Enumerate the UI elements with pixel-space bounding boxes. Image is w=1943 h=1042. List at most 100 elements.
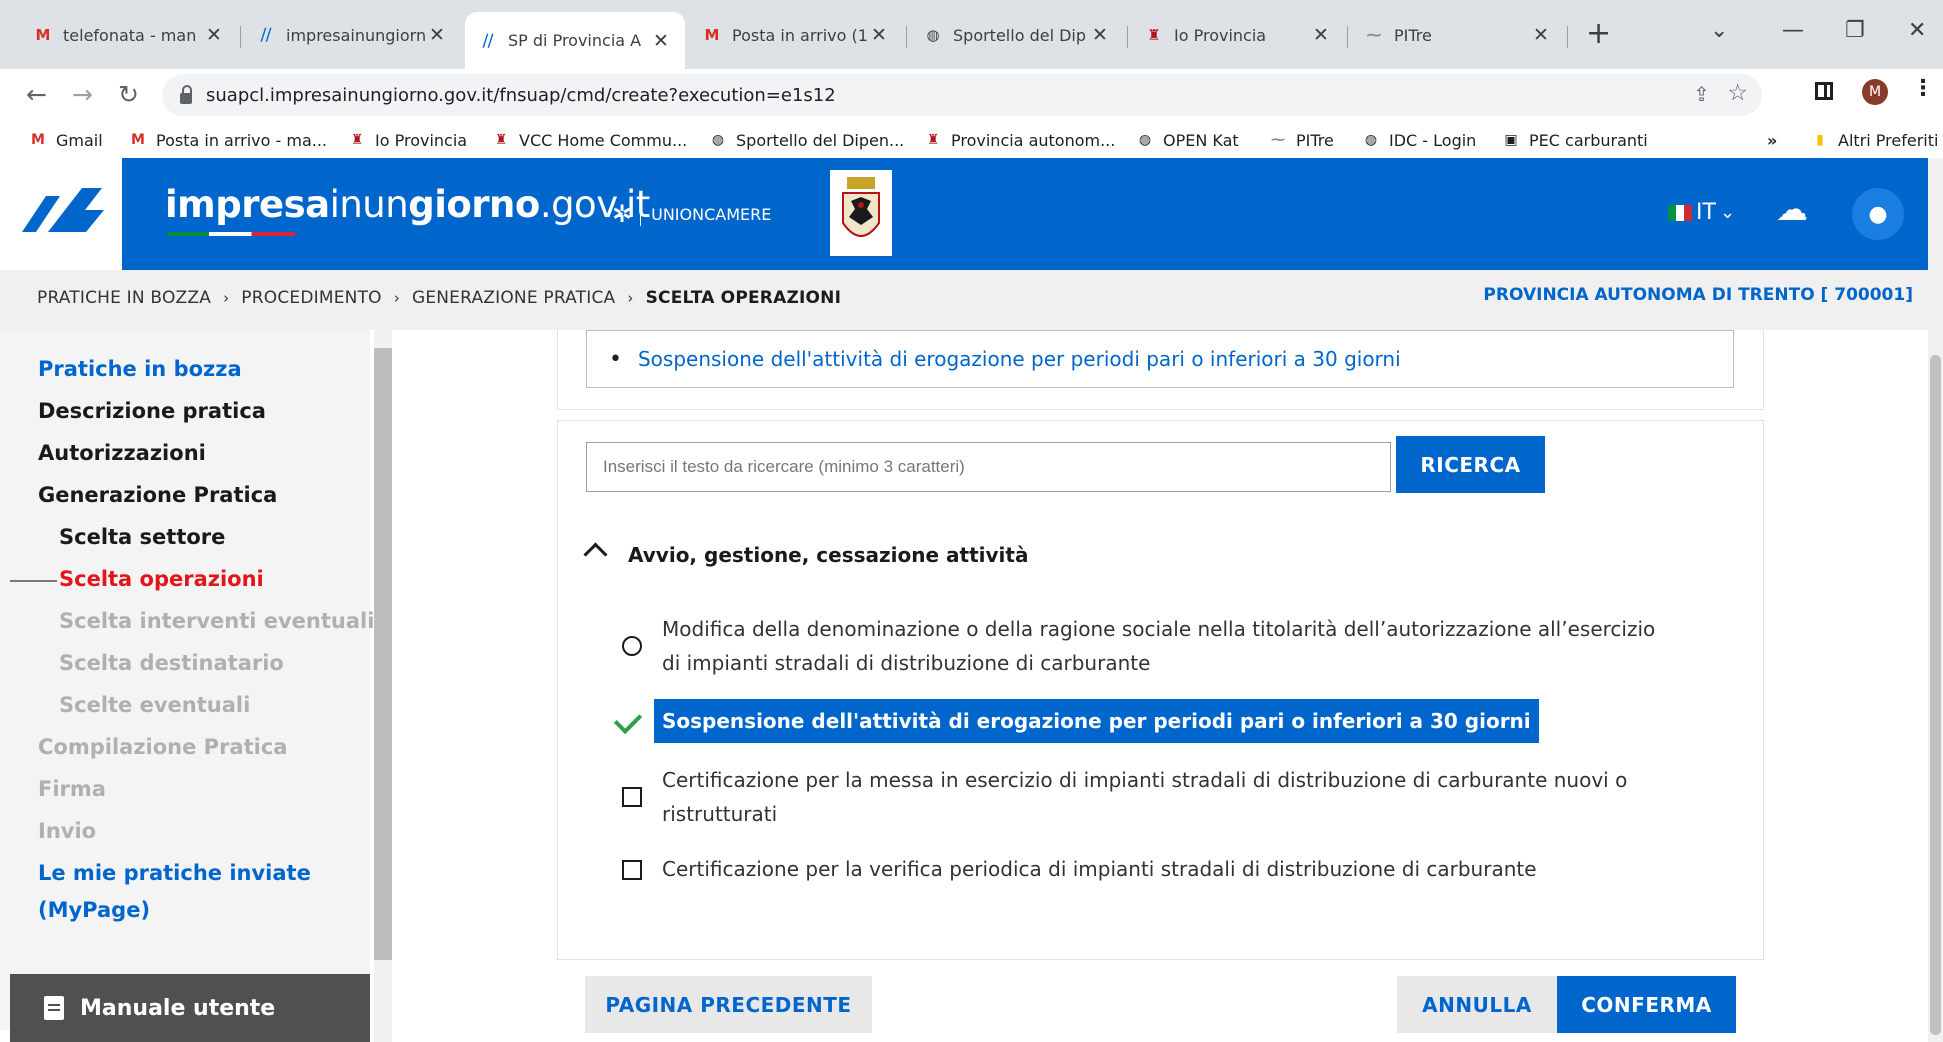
tab-title: impresainungiorn bbox=[286, 25, 425, 45]
manual-button[interactable]: Manuale utente bbox=[10, 974, 370, 1042]
url-text[interactable]: suapcl.impresainungiorno.gov.it/fnsuap/c… bbox=[206, 85, 836, 106]
gmail-icon: M bbox=[704, 26, 720, 44]
cancel-button[interactable]: ANNULLA bbox=[1397, 976, 1557, 1033]
selected-operation-item[interactable]: Sospensione dell'attività di erogazione … bbox=[638, 347, 1401, 371]
operation-label-selected[interactable]: Sospensione dell'attività di erogazione … bbox=[654, 699, 1539, 743]
gmail-icon: M bbox=[31, 132, 45, 148]
breadcrumb-separator: › bbox=[627, 289, 634, 307]
operation-checkbox[interactable] bbox=[622, 787, 642, 807]
site-logo[interactable] bbox=[0, 158, 122, 270]
operation-label[interactable]: Certificazione per la verifica periodica… bbox=[662, 852, 1537, 886]
globe-icon: ◍ bbox=[1364, 132, 1378, 148]
back-icon[interactable]: ← bbox=[26, 80, 47, 110]
page-scrollbar-thumb[interactable] bbox=[1930, 355, 1941, 1035]
bookmark-altri-preferiti[interactable]: ▮ Altri Preferiti bbox=[1810, 128, 1938, 152]
sidebar-item-compilazione-pratica: Compilazione Pratica bbox=[38, 735, 288, 759]
operation-label[interactable]: Modifica della denominazione o della rag… bbox=[662, 612, 1655, 680]
search-button[interactable]: RICERCA bbox=[1396, 436, 1545, 493]
restore-icon[interactable]: ❐ bbox=[1845, 18, 1865, 43]
globe-icon: ◍ bbox=[926, 26, 940, 44]
close-icon[interactable]: ✕ bbox=[425, 24, 449, 46]
provincia-crest bbox=[830, 170, 892, 256]
bookmark-open-kat[interactable]: ◍ OPEN Kat bbox=[1135, 128, 1239, 152]
bookmark-vcc[interactable]: ♜ VCC Home Commu... bbox=[491, 128, 688, 152]
new-tab-button[interactable]: + bbox=[1586, 18, 1611, 50]
sidebar-scrollbar-thumb[interactable] bbox=[374, 348, 392, 960]
tab-search-icon[interactable]: ⌄ bbox=[1710, 18, 1728, 43]
close-window-icon[interactable]: ✕ bbox=[1908, 18, 1926, 43]
search-input[interactable] bbox=[586, 442, 1391, 492]
sidebar-item-descrizione-pratica[interactable]: Descrizione pratica bbox=[38, 399, 266, 423]
tab-separator bbox=[1127, 26, 1128, 48]
share-icon[interactable]: ⇪ bbox=[1693, 82, 1710, 106]
sidebar-item-scelta-operazioni[interactable]: Scelta operazioni bbox=[59, 567, 264, 591]
close-icon[interactable]: ✕ bbox=[649, 30, 673, 52]
lock-icon[interactable] bbox=[180, 84, 192, 104]
crest-icon: ♜ bbox=[494, 132, 508, 148]
tab-io-provincia[interactable]: ♜ Io Provincia ✕ bbox=[1131, 14, 1345, 56]
reload-icon[interactable]: ↻ bbox=[118, 80, 139, 110]
close-icon[interactable]: ✕ bbox=[1309, 24, 1333, 46]
section-title[interactable]: Avvio, gestione, cessazione attività bbox=[628, 543, 1028, 567]
sidebar-item-scelta-destinatario: Scelta destinatario bbox=[59, 651, 284, 675]
doc-icon: ▣ bbox=[1504, 132, 1518, 148]
sidebar-item-invio: Invio bbox=[38, 819, 97, 843]
sidebar-item-autorizzazioni[interactable]: Autorizzazioni bbox=[38, 441, 206, 465]
previous-page-button[interactable]: PAGINA PRECEDENTE bbox=[585, 976, 872, 1033]
bookmark-sportello[interactable]: ◍ Sportello del Dipen... bbox=[708, 128, 904, 152]
operation-label[interactable]: Certificazione per la messa in esercizio… bbox=[662, 763, 1627, 831]
breadcrumb-item-generazione-pratica[interactable]: GENERAZIONE PRATICA bbox=[412, 288, 615, 308]
address-bar[interactable]: suapcl.impresainungiorno.gov.it/fnsuap/c… bbox=[162, 74, 1762, 116]
tab-gmail-telefonata[interactable]: M telefonata - man ✕ bbox=[20, 14, 238, 56]
sidebar-item-mypage[interactable]: (MyPage) bbox=[38, 898, 150, 922]
language-selector[interactable]: IT ⌄ bbox=[1668, 200, 1735, 225]
active-step-marker bbox=[10, 580, 57, 582]
breadcrumb: PRATICHE IN BOZZA › PROCEDIMENTO › GENER… bbox=[37, 288, 841, 308]
tab-sp-provincia[interactable]: ⧸⧸ SP di Provincia A ✕ bbox=[465, 12, 685, 69]
tab-impresainungiorno[interactable]: ⧸⧸ impresainungiorn ✕ bbox=[243, 14, 461, 56]
impresainungiorno-logo-icon bbox=[22, 188, 104, 232]
impresainungiorno-icon: ⧸⧸ bbox=[260, 26, 272, 44]
breadcrumb-item-procedimento[interactable]: PROCEDIMENTO bbox=[241, 288, 381, 308]
bookmark-provincia-autonoma[interactable]: ♜ Provincia autonom... bbox=[923, 128, 1116, 152]
browser-menu-icon[interactable]: ⋮ bbox=[1912, 76, 1934, 101]
breadcrumb-item-pratiche-in-bozza[interactable]: PRATICHE IN BOZZA bbox=[37, 288, 211, 308]
bullet-icon: • bbox=[609, 346, 622, 372]
bookmark-io-provincia[interactable]: ♜ Io Provincia bbox=[347, 128, 467, 152]
profile-avatar[interactable]: M bbox=[1862, 79, 1888, 105]
bookmark-pitre[interactable]: ⁓ PITre bbox=[1268, 128, 1334, 152]
tab-pitre[interactable]: ⁓ PITre ✕ bbox=[1351, 14, 1565, 56]
support-icon[interactable]: ☁ bbox=[1776, 190, 1808, 228]
minimize-icon[interactable]: — bbox=[1782, 18, 1804, 43]
chevron-down-icon: ⌄ bbox=[1719, 202, 1736, 223]
tab-posta-in-arrivo[interactable]: M Posta in arrivo (1 ✕ bbox=[689, 14, 903, 56]
confirm-button[interactable]: CONFERMA bbox=[1557, 976, 1736, 1033]
forward-icon[interactable]: → bbox=[72, 80, 93, 110]
sidebar-item-pratiche-in-bozza[interactable]: Pratiche in bozza bbox=[38, 357, 242, 381]
site-brand[interactable]: impresainungiorno.gov.it bbox=[165, 183, 650, 226]
bookmark-posta[interactable]: M Posta in arrivo - ma... bbox=[128, 128, 327, 152]
close-icon[interactable]: ✕ bbox=[1088, 24, 1112, 46]
breadcrumb-separator: › bbox=[223, 289, 230, 307]
sidebar-item-generazione-pratica[interactable]: Generazione Pratica bbox=[38, 483, 277, 507]
close-icon[interactable]: ✕ bbox=[202, 24, 226, 46]
crest-icon: ♜ bbox=[1147, 26, 1161, 44]
sidebar-item-scelta-settore[interactable]: Scelta settore bbox=[59, 525, 225, 549]
close-icon[interactable]: ✕ bbox=[867, 24, 891, 46]
close-icon[interactable]: ✕ bbox=[1529, 24, 1553, 46]
tab-sportello[interactable]: ◍ Sportello del Dip ✕ bbox=[910, 14, 1124, 56]
operation-radio[interactable] bbox=[622, 636, 642, 656]
gmail-icon: M bbox=[131, 132, 145, 148]
bookmarks-overflow-button[interactable]: » bbox=[1767, 128, 1777, 152]
bookmark-star-icon[interactable]: ☆ bbox=[1727, 80, 1748, 106]
sidebar-item-scelta-interventi-eventuali: Scelta interventi eventuali bbox=[59, 609, 375, 633]
bookmark-idc-login[interactable]: ◍ IDC - Login bbox=[1361, 128, 1476, 152]
operation-checkbox[interactable] bbox=[622, 860, 642, 880]
tab-title: telefonata - man bbox=[63, 25, 197, 45]
user-account-button[interactable]: ● bbox=[1852, 188, 1904, 240]
sidebar-item-le-mie-pratiche-inviate[interactable]: Le mie pratiche inviate bbox=[38, 861, 311, 885]
bookmark-pec-carburanti[interactable]: ▣ PEC carburanti bbox=[1501, 128, 1647, 152]
side-panel-icon[interactable] bbox=[1815, 82, 1833, 100]
tab-title: Sportello del Dip bbox=[953, 25, 1087, 45]
bookmark-gmail[interactable]: M Gmail bbox=[28, 128, 103, 152]
